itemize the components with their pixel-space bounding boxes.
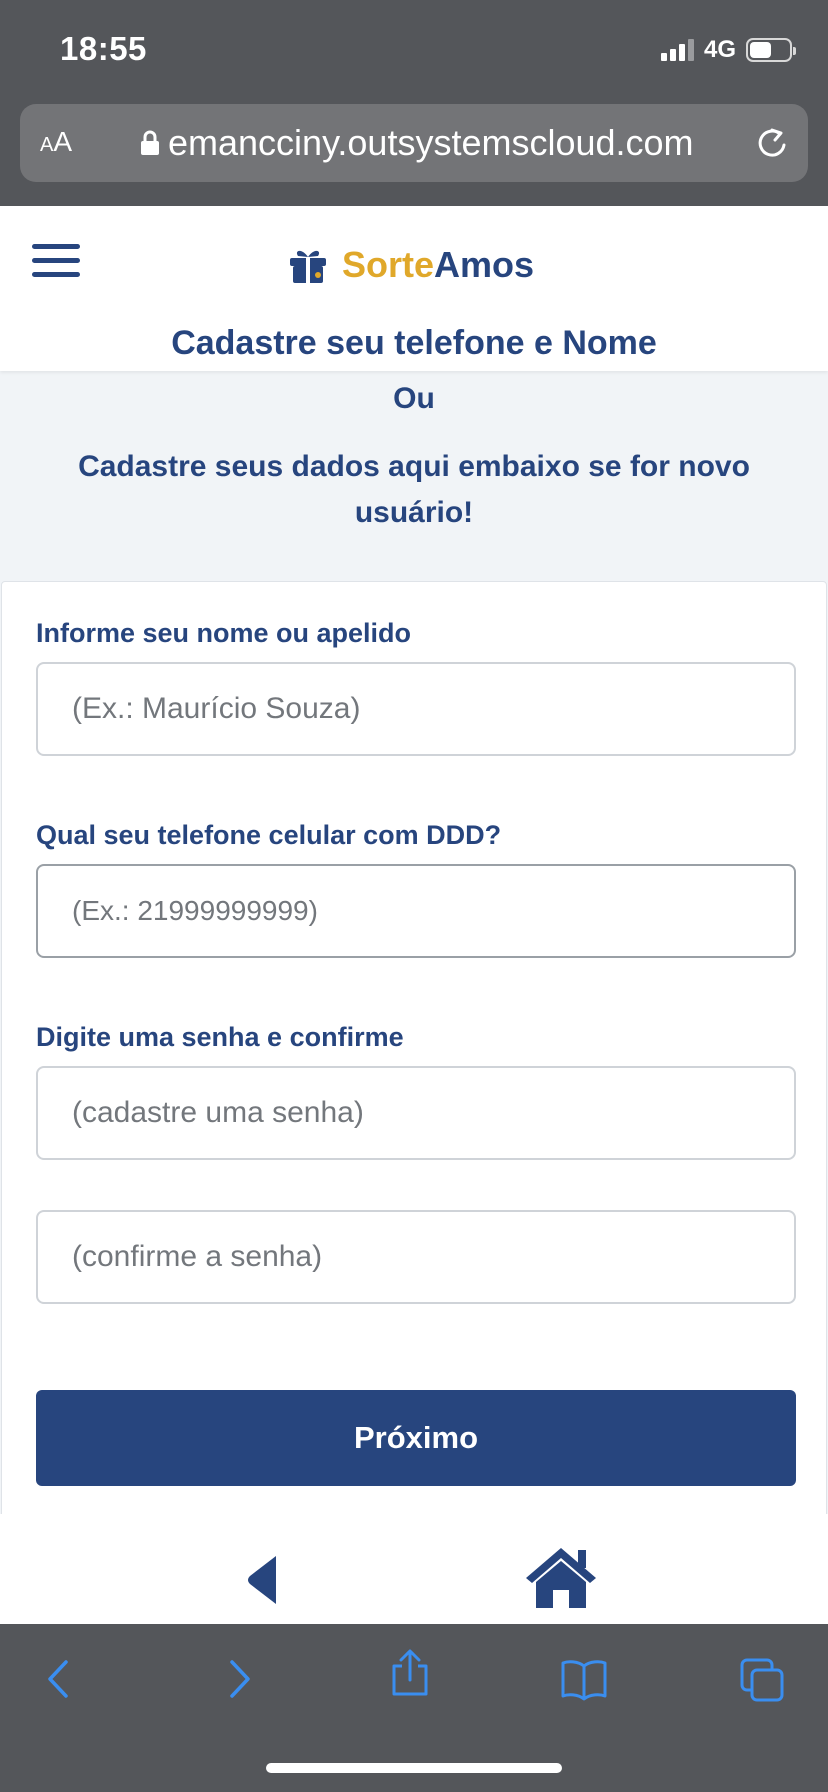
phone-input[interactable] <box>36 864 796 958</box>
address-bar[interactable]: AA emancciny.outsystemscloud.com <box>20 104 808 182</box>
network-type: 4G <box>703 36 736 63</box>
battery-icon <box>746 38 796 62</box>
status-indicators: 4G <box>660 36 796 64</box>
menu-icon[interactable] <box>32 244 80 280</box>
browser-back-icon[interactable] <box>36 1654 84 1704</box>
bookmarks-icon[interactable] <box>560 1654 608 1704</box>
back-icon[interactable] <box>246 1554 282 1606</box>
browser-forward-icon[interactable] <box>214 1654 262 1704</box>
password-label: Digite uma senha e confirme <box>36 1022 404 1052</box>
logo-part-amos: Amos <box>434 244 535 285</box>
name-label: Informe seu nome ou apelido <box>36 618 412 648</box>
next-button[interactable]: Próximo <box>36 1390 796 1486</box>
share-icon[interactable] <box>386 1648 434 1698</box>
reload-icon[interactable] <box>754 124 790 162</box>
password-input[interactable] <box>36 1066 796 1160</box>
registration-form: Informe seu nome ou apelido Qual seu tel… <box>1 581 827 1519</box>
phone-label: Qual seu telefone celular com DDD? <box>36 820 502 850</box>
logo-part-sorte: Sorte <box>342 244 435 285</box>
status-time: 18:55 <box>60 30 147 67</box>
lock-icon <box>141 130 159 155</box>
tabs-icon[interactable] <box>738 1654 786 1704</box>
name-input[interactable] <box>36 662 796 756</box>
confirm-password-input[interactable] <box>36 1210 796 1304</box>
logo: SorteAmos <box>288 244 534 286</box>
home-indicator <box>266 1763 562 1773</box>
home-icon[interactable] <box>522 1544 600 1610</box>
gift-icon <box>290 250 326 283</box>
app-header: SorteAmos Cadastre seu telefone e Nome <box>0 206 828 371</box>
page-content: SorteAmos Cadastre seu telefone e Nome O… <box>0 206 828 1624</box>
url-text[interactable]: emancciny.outsystemscloud.com <box>168 122 748 164</box>
or-text: Ou <box>393 382 435 415</box>
subtitle: Cadastre seus dados aqui embaixo se for … <box>78 450 750 529</box>
bottom-nav <box>0 1514 828 1624</box>
text-size-button[interactable]: AA <box>40 126 72 158</box>
status-bar: 18:55 4G <box>0 0 828 96</box>
page-title: Cadastre seu telefone e Nome <box>171 324 657 362</box>
signal-icon <box>660 39 694 61</box>
